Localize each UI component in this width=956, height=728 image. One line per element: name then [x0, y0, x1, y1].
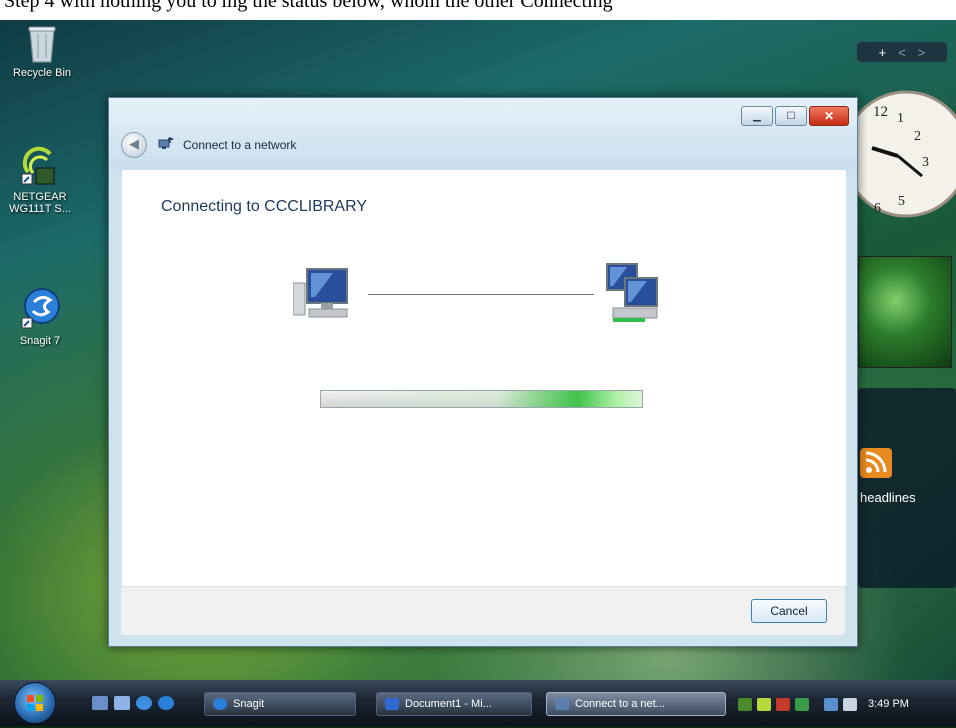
- word-icon: [385, 698, 399, 710]
- network-tray-icon[interactable]: [824, 697, 838, 711]
- show-desktop-icon[interactable]: [92, 696, 108, 710]
- language-icon[interactable]: [738, 697, 752, 711]
- desktop-icon-label: Snagit 7: [19, 335, 61, 347]
- sidebar-next-button[interactable]: >: [918, 45, 926, 60]
- taskbar-button-document[interactable]: Document1 - Mi...: [376, 692, 532, 716]
- desktop-icon-label: NETGEAR WG111T S...: [9, 191, 71, 215]
- rss-icon: [860, 448, 892, 478]
- back-arrow-icon: ◀: [129, 136, 139, 151]
- clock-number: 3: [922, 155, 929, 170]
- volume-icon[interactable]: [843, 697, 857, 711]
- taskbar-button-connect[interactable]: Connect to a net...: [546, 692, 726, 716]
- maximize-icon: ☐: [786, 110, 796, 122]
- maximize-button[interactable]: ☐: [775, 106, 807, 126]
- back-button[interactable]: ◀: [121, 132, 147, 158]
- sidebar-tray-icon[interactable]: [795, 697, 809, 711]
- quick-launch: [92, 696, 174, 710]
- snagit-icon: [20, 286, 60, 332]
- sidebar-prev-button[interactable]: <: [898, 45, 906, 60]
- clock-number: 12: [873, 104, 888, 120]
- taskbar-button-label: Document1 - Mi...: [405, 698, 492, 710]
- clock-number: 2: [914, 129, 921, 144]
- window-buttons: ▁ ☐ ✕: [741, 106, 849, 126]
- desktop-icon-recycle-bin[interactable]: Recycle Bin: [2, 24, 82, 79]
- snagit-quick-icon[interactable]: [158, 696, 174, 710]
- snagit-icon: [213, 698, 227, 710]
- dialog-footer: Cancel: [121, 586, 845, 635]
- feed-label: headlines: [860, 490, 916, 505]
- network-icon: [605, 262, 665, 331]
- connection-progress-bar: [320, 390, 643, 408]
- start-button[interactable]: [14, 682, 56, 724]
- minimize-icon: ▁: [753, 110, 761, 122]
- switch-windows-icon[interactable]: [114, 696, 130, 710]
- minimize-button[interactable]: ▁: [741, 106, 773, 126]
- nav-title: Connect to a network: [157, 137, 296, 153]
- clock-number: 1: [897, 111, 904, 126]
- taskbar-button-label: Connect to a net...: [575, 698, 665, 710]
- internet-explorer-icon[interactable]: [136, 696, 152, 710]
- network-icon: [158, 137, 173, 149]
- computer-icon: [292, 265, 353, 326]
- progress-fill: [321, 391, 642, 407]
- connect-to-network-dialog: ▁ ☐ ✕ ◀ Connect to a network Connecting …: [108, 97, 858, 647]
- close-button[interactable]: ✕: [809, 106, 849, 126]
- dialog-content: Connecting to CCCLIBRARY: [121, 170, 847, 586]
- security-icon[interactable]: [776, 697, 790, 711]
- netgear-icon: [20, 144, 60, 188]
- desktop-icon-snagit[interactable]: Snagit 7: [0, 286, 80, 347]
- windows-logo-icon: [27, 695, 43, 711]
- recycle-bin-icon: [26, 24, 58, 64]
- nav-title-text: Connect to a network: [183, 138, 297, 152]
- system-tray: 3:49 PM: [738, 692, 950, 716]
- desktop-icon-netgear[interactable]: NETGEAR WG111T S...: [0, 144, 80, 215]
- clock-number: 5: [898, 194, 905, 209]
- taskbar-button-snagit[interactable]: Snagit: [204, 692, 356, 716]
- sidebar-add-gadget-button[interactable]: +: [879, 45, 887, 60]
- taskbar: Snagit Document1 - Mi... Connect to a ne…: [0, 680, 956, 726]
- taskbar-button-label: Snagit: [233, 698, 265, 710]
- tray-clock[interactable]: 3:49 PM: [868, 698, 909, 710]
- slideshow-gadget[interactable]: [858, 256, 952, 368]
- connection-line: [368, 294, 594, 295]
- document-text-strip: Step 4 with nothing you to mg the status…: [0, 0, 956, 20]
- sidebar-controls[interactable]: + < >: [857, 42, 947, 62]
- clock-number: 6: [874, 201, 881, 216]
- dialog-titlebar[interactable]: ▁ ☐ ✕ ◀ Connect to a network: [109, 98, 857, 170]
- document-text: Step 4 with nothing you to mg the status…: [4, 0, 613, 12]
- desktop: Recycle Bin NETGEAR WG111T S... Snagit 7: [0, 20, 956, 680]
- cancel-button[interactable]: Cancel: [751, 599, 827, 623]
- connecting-heading: Connecting to CCCLIBRARY: [161, 198, 368, 215]
- feed-headlines-gadget[interactable]: headlines: [858, 388, 956, 588]
- network-icon: [555, 698, 569, 710]
- desktop-icon-label: Recycle Bin: [12, 67, 72, 79]
- close-icon: ✕: [823, 109, 835, 123]
- netgear-tray-icon[interactable]: [757, 697, 771, 711]
